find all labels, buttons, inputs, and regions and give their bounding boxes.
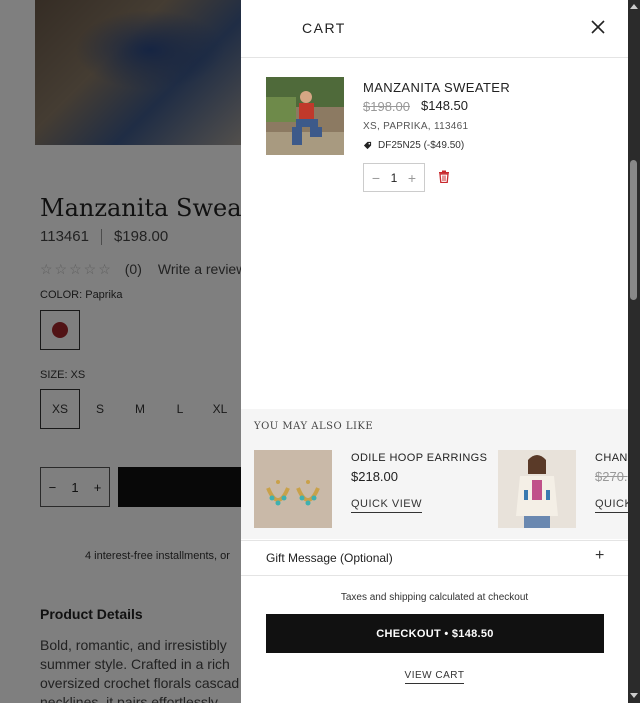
cart-title: CART [302, 20, 346, 36]
quantity-stepper: − 1 + [363, 163, 425, 192]
cart-item-sale-price: $148.50 [421, 98, 468, 113]
scroll-up-arrow-icon[interactable] [630, 4, 638, 9]
recommendation-price: $218.00 [351, 469, 398, 484]
cart-item-original-price: $198.00 [363, 99, 410, 114]
discount-code: DF25N25 (-$49.50) [378, 140, 465, 151]
recommendations-section: YOU MAY ALSO LIKE ODILE HOOP EARRINGS $2… [241, 409, 628, 539]
minus-icon[interactable]: − [370, 170, 382, 186]
quick-view-button[interactable]: QUICK [595, 498, 628, 513]
recommendation-card: ODILE HOOP EARRINGS $218.00 QUICK VIEW [254, 450, 494, 528]
gift-message-toggle[interactable]: Gift Message (Optional) + [241, 540, 628, 576]
remove-item-button[interactable] [438, 170, 450, 184]
view-cart-link[interactable]: VIEW CART [404, 670, 465, 684]
recommendation-name[interactable]: ODILE HOOP EARRINGS [351, 452, 487, 464]
cart-item-variant: XS, PAPRIKA, 113461 [363, 121, 469, 132]
gift-message-label: Gift Message (Optional) [266, 551, 393, 565]
quick-view-button[interactable]: QUICK VIEW [351, 498, 423, 513]
quantity-value: 1 [390, 170, 398, 185]
plus-icon[interactable]: + [406, 170, 418, 186]
taxes-note: Taxes and shipping calculated at checkou… [340, 592, 529, 603]
view-cart-link-wrap: VIEW CART [241, 665, 628, 684]
checkout-button[interactable]: CHECKOUT • $148.50 [266, 614, 604, 653]
recommendation-card: CHANT $270. QUICK [498, 450, 628, 528]
scroll-down-arrow-icon[interactable] [630, 693, 638, 698]
close-button[interactable] [589, 18, 607, 36]
recommendation-image[interactable] [498, 450, 576, 528]
cart-item-name[interactable]: MANZANITA SWEATER [363, 80, 510, 95]
cart-drawer: CART MANZANITA SWEATER $198.00 $148.50 X… [241, 0, 628, 703]
cart-item-discount: DF25N25 (-$49.50) [363, 140, 464, 151]
scrollbar-thumb[interactable] [630, 160, 637, 300]
scrollbar[interactable] [628, 0, 640, 703]
cart-item-image[interactable] [266, 77, 344, 155]
close-icon [591, 20, 605, 34]
recommendations-title: YOU MAY ALSO LIKE [254, 421, 374, 432]
trash-icon [439, 170, 449, 184]
cart-header: CART [241, 0, 628, 58]
recommendation-name[interactable]: CHANT [595, 452, 628, 464]
recommendation-price: $270. [595, 469, 628, 484]
plus-icon: + [595, 547, 605, 564]
recommendation-image[interactable] [254, 450, 332, 528]
tag-icon [363, 141, 372, 150]
